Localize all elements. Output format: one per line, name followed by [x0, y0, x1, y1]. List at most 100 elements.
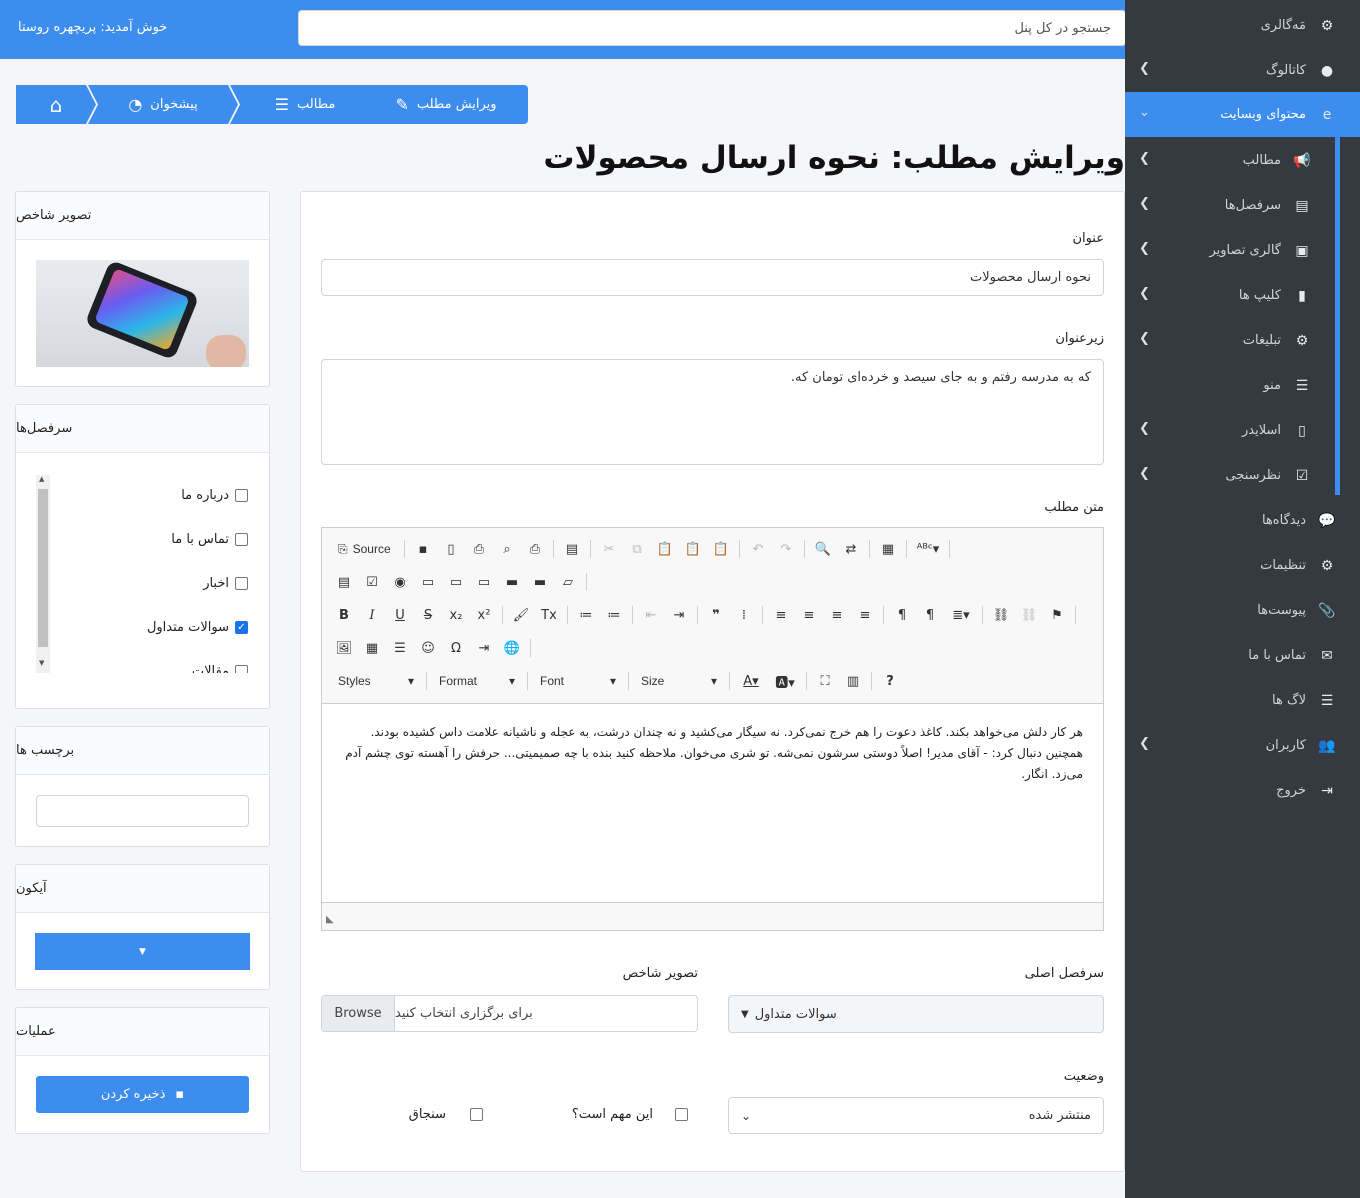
button-field-icon[interactable]: ▬	[500, 570, 524, 594]
title-input[interactable]	[321, 259, 1104, 296]
rtl-icon[interactable]: ¶	[918, 603, 942, 627]
tags-input[interactable]	[36, 795, 249, 827]
cut-icon[interactable]: ✂	[597, 537, 621, 561]
bold-icon[interactable]: B	[332, 603, 356, 627]
undo-icon[interactable]: ↶	[746, 537, 770, 561]
sidebar-item-polls[interactable]: ❮ نظرسنجی ☑	[1125, 453, 1335, 498]
maximize-icon[interactable]: ⛶	[813, 669, 837, 693]
align-center-icon[interactable]: ≡	[797, 603, 821, 627]
category-checkbox[interactable]	[235, 577, 248, 590]
subtitle-textarea[interactable]: که به مدرسه رفتم و به جای سیصد و خرده‌ای…	[321, 359, 1104, 465]
image-file-input[interactable]: Browse برای برگزاری انتخاب کنید	[321, 995, 698, 1032]
bulleted-list-icon[interactable]: ≔	[602, 603, 626, 627]
size-dropdown[interactable]: Size ▾	[635, 669, 723, 693]
smiley-icon[interactable]: ☺	[416, 636, 440, 660]
show-blocks-icon[interactable]: ▥	[841, 669, 865, 693]
subscript-icon[interactable]: x₂	[444, 603, 468, 627]
sidebar-item-website-content[interactable]: ⌄ محتوای وبسایت e	[1125, 92, 1360, 137]
category-item[interactable]: مقالات	[192, 664, 248, 673]
iframe-icon[interactable]: 🌐	[500, 636, 524, 660]
preview-icon[interactable]: ⌕	[495, 537, 519, 561]
sidebar-item-settings[interactable]: تنظیمات ⚙	[1125, 543, 1360, 588]
ltr-icon[interactable]: ¶	[890, 603, 914, 627]
sidebar-item-image-gallery[interactable]: ❮ گالری تصاویر ▣	[1125, 228, 1335, 273]
image-icon[interactable]: 🖼	[332, 636, 356, 660]
save-icon[interactable]: ▪	[411, 537, 435, 561]
styles-dropdown[interactable]: Styles ▾	[332, 669, 420, 693]
editor-content[interactable]: هر کار دلش می‌خواهد بکند. کاغذ دعوت را ه…	[322, 703, 1103, 903]
sidebar-item-menu[interactable]: منو ☰	[1125, 363, 1335, 408]
category-item[interactable]: تماس با ما	[171, 532, 248, 547]
sidebar-item-clips[interactable]: ❮ کلیپ ها ▮	[1125, 273, 1335, 318]
templates-icon[interactable]: ▤	[560, 537, 584, 561]
link-icon[interactable]: ⛓	[989, 603, 1013, 627]
align-left-icon[interactable]: ≡	[769, 603, 793, 627]
category-item[interactable]: سوالات متداول ✓	[147, 620, 248, 635]
paste-word-icon[interactable]: 📋	[709, 537, 733, 561]
save-button[interactable]: ▪ ذخیره کردن	[36, 1076, 249, 1113]
sidebar-item-comments[interactable]: دیدگاه‌ها 💬	[1125, 498, 1360, 543]
category-checkbox[interactable]	[235, 489, 248, 502]
category-item[interactable]: اخبار	[203, 576, 248, 591]
export-pdf-icon[interactable]: ⎙	[467, 537, 491, 561]
sidebar-item-users[interactable]: ❮ کاربران 👥	[1125, 723, 1360, 768]
select-field-icon[interactable]: ▭	[472, 570, 496, 594]
category-checkbox-checked[interactable]: ✓	[235, 621, 248, 634]
image-button-icon[interactable]: ▬	[528, 570, 552, 594]
strike-icon[interactable]: S	[416, 603, 440, 627]
categories-scrollbar[interactable]: ▲ ▼	[36, 475, 50, 673]
icon-picker-button[interactable]: ▼	[35, 933, 250, 970]
textfield-icon[interactable]: ▭	[416, 570, 440, 594]
sidebar-item-logs[interactable]: لاگ ها ☰	[1125, 678, 1360, 723]
underline-icon[interactable]: U	[388, 603, 412, 627]
important-checkbox[interactable]	[675, 1108, 688, 1121]
text-color-icon[interactable]: A▾	[736, 669, 766, 693]
sidebar-item-slider[interactable]: ❮ اسلایدر ▯	[1125, 408, 1335, 453]
unlink-icon[interactable]: ⛓	[1017, 603, 1041, 627]
category-checkbox[interactable]	[235, 665, 248, 673]
breadcrumb-edit-post[interactable]: ویرایش مطلب ✎	[364, 85, 528, 124]
print-icon[interactable]: ⎙	[523, 537, 547, 561]
pin-checkbox[interactable]	[470, 1108, 483, 1121]
category-item[interactable]: درباره ما	[181, 488, 248, 503]
special-char-icon[interactable]: Ω	[444, 636, 468, 660]
breadcrumb-dashboard[interactable]: پیشخوان ◔	[88, 85, 238, 124]
category-checkbox[interactable]	[235, 533, 248, 546]
radio-icon[interactable]: ◉	[388, 570, 412, 594]
replace-icon[interactable]: ⇄	[839, 537, 863, 561]
numbered-list-icon[interactable]: ≔	[574, 603, 598, 627]
sidebar-item-attachments[interactable]: پیوست‌ها 📎	[1125, 588, 1360, 633]
select-all-icon[interactable]: ▦	[876, 537, 900, 561]
spellcheck-icon[interactable]: ᴬᴮᶜ▾	[913, 537, 943, 561]
div-icon[interactable]: ⁞	[732, 603, 756, 627]
bg-color-icon[interactable]: 🅰▾	[770, 669, 800, 693]
blockquote-icon[interactable]: ❞	[704, 603, 728, 627]
copy-format-icon[interactable]: 🖌	[509, 603, 533, 627]
browse-button[interactable]: Browse	[322, 996, 395, 1031]
language-icon[interactable]: ≣▾	[946, 603, 976, 627]
format-dropdown[interactable]: Format ▾	[433, 669, 521, 693]
font-dropdown[interactable]: Font ▾	[534, 669, 622, 693]
sidebar-item-categories[interactable]: ❮ سرفصل‌ها ▤	[1125, 183, 1335, 228]
superscript-icon[interactable]: x²	[472, 603, 496, 627]
page-break-icon[interactable]: ⇥	[472, 636, 496, 660]
anchor-flag-icon[interactable]: ⚑	[1045, 603, 1069, 627]
find-icon[interactable]: 🔍	[811, 537, 835, 561]
justify-icon[interactable]: ≡	[853, 603, 877, 627]
sidebar-item-catalog[interactable]: ❮ کاتالوگ ●	[1125, 48, 1360, 93]
outdent-icon[interactable]: ⇤	[639, 603, 663, 627]
breadcrumb-posts[interactable]: مطالب ☰	[230, 85, 380, 124]
redo-icon[interactable]: ↷	[774, 537, 798, 561]
paste-icon[interactable]: 📋	[653, 537, 677, 561]
resize-handle-icon[interactable]: ◣	[326, 914, 334, 925]
search-input[interactable]	[298, 10, 1126, 46]
copy-icon[interactable]: ⧉	[625, 537, 649, 561]
form-icon[interactable]: ▤	[332, 570, 356, 594]
new-page-icon[interactable]: ▯	[439, 537, 463, 561]
main-category-dropdown[interactable]: سوالات متداول ▼	[728, 995, 1104, 1033]
checkbox-icon[interactable]: ☑	[360, 570, 384, 594]
align-right-icon[interactable]: ≡	[825, 603, 849, 627]
sidebar-item-posts[interactable]: ❮ مطالب 📢	[1125, 138, 1335, 183]
source-button[interactable]: ⎘ Source	[332, 537, 398, 561]
textarea-icon[interactable]: ▭	[444, 570, 468, 594]
